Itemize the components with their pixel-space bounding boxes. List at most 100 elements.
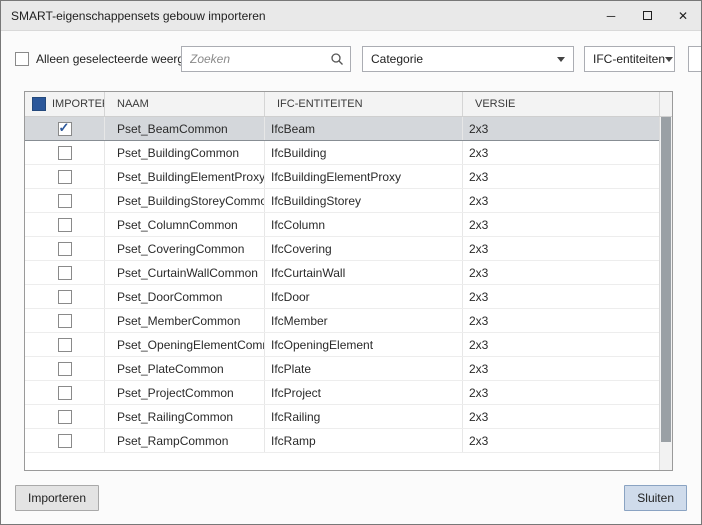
row-import-cell[interactable] — [25, 261, 105, 284]
row-checkbox[interactable] — [58, 410, 72, 424]
cell-versie: 2x3 — [463, 237, 659, 260]
close-dialog-button[interactable]: Sluiten — [624, 485, 687, 511]
minimize-button[interactable]: ─ — [593, 1, 629, 30]
cell-naam: Pset_BuildingStoreyCommon — [105, 189, 265, 212]
maximize-icon — [643, 11, 652, 20]
row-checkbox[interactable] — [58, 434, 72, 448]
chevron-down-icon — [665, 57, 673, 62]
row-import-cell[interactable] — [25, 285, 105, 308]
header-scrollbar-gap — [659, 92, 672, 116]
row-import-cell[interactable] — [25, 213, 105, 236]
cell-ifc: IfcBuilding — [265, 141, 463, 164]
cell-versie: 2x3 — [463, 357, 659, 380]
cell-versie: 2x3 — [463, 405, 659, 428]
cell-naam: Pset_ProjectCommon — [105, 381, 265, 404]
import-button[interactable]: Importeren — [15, 485, 99, 511]
table-row[interactable]: Pset_BuildingCommon IfcBuilding 2x3 — [25, 141, 659, 165]
chevron-down-icon — [557, 57, 565, 62]
cell-ifc: IfcColumn — [265, 213, 463, 236]
table-row[interactable]: Pset_RailingCommon IfcRailing 2x3 — [25, 405, 659, 429]
row-import-cell[interactable] — [25, 309, 105, 332]
toolbar: Alleen geselecteerde weergeven Categorie… — [15, 46, 701, 72]
row-import-cell[interactable] — [25, 165, 105, 188]
cell-ifc: IfcOpeningElement — [265, 333, 463, 356]
cell-versie: 2x3 — [463, 189, 659, 212]
select-all-checkbox[interactable] — [32, 97, 46, 111]
cell-naam: Pset_MemberCommon — [105, 309, 265, 332]
row-checkbox[interactable] — [58, 266, 72, 280]
cell-versie: 2x3 — [463, 429, 659, 452]
row-checkbox[interactable] — [58, 218, 72, 232]
show-only-selected-toggle[interactable]: Alleen geselecteerde weergeven — [15, 52, 181, 66]
clipped-control[interactable] — [688, 46, 701, 72]
cell-naam: Pset_PlateCommon — [105, 357, 265, 380]
row-import-cell[interactable] — [25, 381, 105, 404]
cell-versie: 2x3 — [463, 261, 659, 284]
window-title: SMART-eigenschappensets gebouw importere… — [1, 9, 593, 23]
cell-naam: Pset_BuildingElementProxyCommon — [105, 165, 265, 188]
row-checkbox[interactable] — [58, 170, 72, 184]
cell-versie: 2x3 — [463, 165, 659, 188]
cell-versie: 2x3 — [463, 381, 659, 404]
row-checkbox[interactable] — [58, 314, 72, 328]
cell-naam: Pset_RailingCommon — [105, 405, 265, 428]
table-row[interactable]: Pset_CoveringCommon IfcCovering 2x3 — [25, 237, 659, 261]
row-import-cell[interactable] — [25, 429, 105, 452]
row-checkbox[interactable] — [58, 194, 72, 208]
cell-ifc: IfcPlate — [265, 357, 463, 380]
cell-ifc: IfcProject — [265, 381, 463, 404]
table-row[interactable]: Pset_RampCommon IfcRamp 2x3 — [25, 429, 659, 453]
cell-ifc: IfcRamp — [265, 429, 463, 452]
column-header-versie[interactable]: VERSIE — [463, 92, 659, 116]
column-header-ifc-entiteiten[interactable]: IFC-ENTITEITEN — [265, 92, 463, 116]
row-import-cell[interactable] — [25, 141, 105, 164]
column-header-label: VERSIE — [475, 98, 515, 110]
row-import-cell[interactable] — [25, 357, 105, 380]
table-row[interactable]: Pset_DoorCommon IfcDoor 2x3 — [25, 285, 659, 309]
cell-ifc: IfcBuildingStorey — [265, 189, 463, 212]
row-checkbox[interactable] — [58, 290, 72, 304]
column-header-label: IFC-ENTITEITEN — [277, 98, 363, 110]
close-button[interactable]: ✕ — [665, 1, 701, 30]
row-import-cell[interactable] — [25, 189, 105, 212]
table-row[interactable]: Pset_ProjectCommon IfcProject 2x3 — [25, 381, 659, 405]
table-row[interactable]: Pset_MemberCommon IfcMember 2x3 — [25, 309, 659, 333]
row-import-cell[interactable] — [25, 237, 105, 260]
column-header-importeren[interactable]: IMPORTEREN — [25, 92, 105, 116]
table-header: IMPORTEREN NAAM IFC-ENTITEITEN VERSIE — [25, 92, 672, 117]
search-input[interactable] — [188, 51, 330, 67]
row-import-cell[interactable] — [25, 333, 105, 356]
category-dropdown-label: Categorie — [371, 52, 423, 66]
table-row[interactable]: Pset_BuildingStoreyCommon IfcBuildingSto… — [25, 189, 659, 213]
cell-ifc: IfcBuildingElementProxy — [265, 165, 463, 188]
category-dropdown[interactable]: Categorie — [362, 46, 574, 72]
show-only-selected-checkbox[interactable] — [15, 52, 29, 66]
table-row[interactable]: Pset_PlateCommon IfcPlate 2x3 — [25, 357, 659, 381]
column-header-naam[interactable]: NAAM — [105, 92, 265, 116]
cell-versie: 2x3 — [463, 117, 659, 140]
row-import-cell[interactable] — [25, 117, 105, 140]
ifc-entities-dropdown[interactable]: IFC-entiteiten — [584, 46, 675, 72]
row-checkbox[interactable] — [58, 338, 72, 352]
search-box[interactable] — [181, 46, 351, 72]
row-checkbox[interactable] — [58, 122, 72, 136]
table-row[interactable]: Pset_BeamCommon IfcBeam 2x3 — [25, 117, 659, 141]
row-import-cell[interactable] — [25, 405, 105, 428]
row-checkbox[interactable] — [58, 242, 72, 256]
footer: Importeren Sluiten — [1, 471, 701, 524]
table-row[interactable]: Pset_BuildingElementProxyCommon IfcBuild… — [25, 165, 659, 189]
vertical-scrollbar[interactable] — [659, 117, 672, 470]
row-checkbox[interactable] — [58, 146, 72, 160]
scrollbar-thumb[interactable] — [661, 117, 671, 442]
row-checkbox[interactable] — [58, 362, 72, 376]
cell-ifc: IfcMember — [265, 309, 463, 332]
maximize-button[interactable] — [629, 1, 665, 30]
table-row[interactable]: Pset_OpeningElementCommon IfcOpeningElem… — [25, 333, 659, 357]
cell-ifc: IfcCurtainWall — [265, 261, 463, 284]
cell-ifc: IfcRailing — [265, 405, 463, 428]
table-row[interactable]: Pset_ColumnCommon IfcColumn 2x3 — [25, 213, 659, 237]
cell-naam: Pset_ColumnCommon — [105, 213, 265, 236]
row-checkbox[interactable] — [58, 386, 72, 400]
cell-naam: Pset_BeamCommon — [105, 117, 265, 140]
table-row[interactable]: Pset_CurtainWallCommon IfcCurtainWall 2x… — [25, 261, 659, 285]
